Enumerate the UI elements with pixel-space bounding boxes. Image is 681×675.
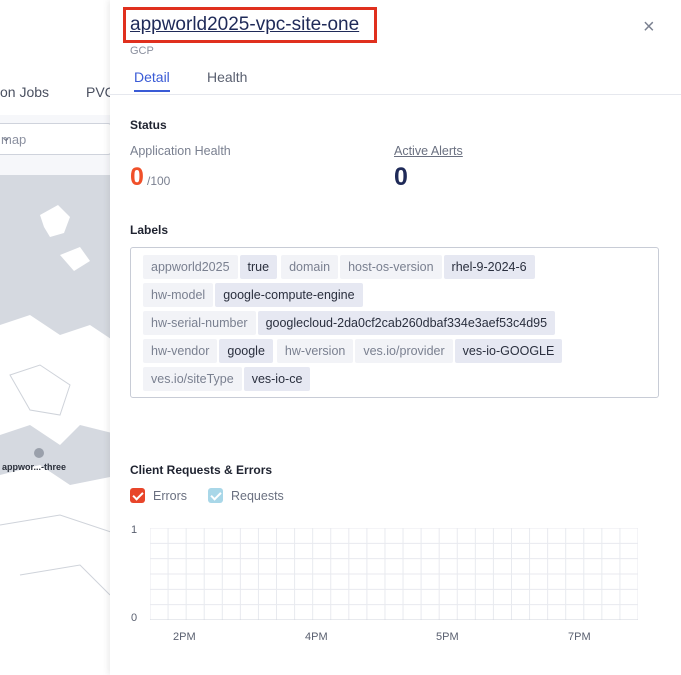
tabs-divider <box>110 94 681 95</box>
label-key: hw-version <box>276 339 354 363</box>
site-marker[interactable] <box>34 448 44 458</box>
legend-errors[interactable]: Errors <box>130 488 187 503</box>
label-key: ves.io/siteType <box>143 367 242 391</box>
client-requests-heading: Client Requests & Errors <box>130 463 273 477</box>
world-map[interactable]: appwor...-three <box>0 175 120 675</box>
label-key: hw-serial-number <box>143 311 256 335</box>
app-health-value: 0 <box>130 163 144 191</box>
labels-container: appworld2025 true domain host-os-version… <box>130 247 659 398</box>
label-value: google-compute-engine <box>215 283 363 307</box>
status-heading: Status <box>130 118 167 132</box>
view-select[interactable]: map ⌄ <box>0 123 112 155</box>
label-value: googlecloud-2da0cf2cab260dbaf334e3aef53c… <box>257 311 556 335</box>
site-marker-label: appwor...-three <box>2 462 67 472</box>
legend-requests[interactable]: Requests <box>208 488 284 503</box>
x-tick-label: 4PM <box>305 631 328 643</box>
tab-jobs[interactable]: on Jobs <box>0 84 49 100</box>
label-key: domain <box>281 255 339 279</box>
label-value: ves-io-GOOGLE <box>454 339 563 363</box>
site-detail-panel: appworld2025-vpc-site-one GCP × Detail H… <box>110 0 681 675</box>
labels-row: appworld2025 true domain host-os-version… <box>143 255 535 279</box>
tab-detail[interactable]: Detail <box>134 69 170 92</box>
x-tick-label: 2PM <box>173 631 196 643</box>
x-tick-label: 5PM <box>436 631 459 643</box>
map-shapes <box>0 205 120 675</box>
labels-row: hw-vendor google hw-version ves.io/provi… <box>143 339 563 363</box>
label-value: google <box>219 339 273 363</box>
labels-row: ves.io/siteType ves-io-ce <box>143 367 311 391</box>
close-icon[interactable]: × <box>643 16 655 39</box>
provider-subtitle: GCP <box>130 45 154 57</box>
label-key: hw-model <box>143 283 214 307</box>
x-tick-label: 7PM <box>568 631 591 643</box>
app-health-label: Application Health <box>130 144 231 158</box>
label-key: hw-vendor <box>143 339 218 363</box>
active-alerts-link[interactable]: Active Alerts <box>394 144 463 158</box>
label-value: true <box>239 255 278 279</box>
site-title-link[interactable]: appworld2025-vpc-site-one <box>130 14 359 36</box>
y-tick-label: 1 <box>131 524 138 536</box>
label-value: ves-io-ce <box>243 367 311 391</box>
requests-chart[interactable] <box>150 528 638 620</box>
chevron-down-icon: ⌄ <box>1 130 12 144</box>
labels-row: hw-serial-number googlecloud-2da0cf2cab2… <box>143 311 556 335</box>
label-value: rhel-9-2024-6 <box>443 255 535 279</box>
labels-row: hw-model google-compute-engine <box>143 283 363 307</box>
requests-checkbox[interactable] <box>208 488 223 503</box>
chart-grid <box>150 528 638 620</box>
label-key: appworld2025 <box>143 255 238 279</box>
requests-legend-label: Requests <box>231 488 284 503</box>
label-key: ves.io/provider <box>355 339 453 363</box>
errors-legend-label: Errors <box>153 488 188 503</box>
labels-heading: Labels <box>130 223 169 237</box>
app-health-max: /100 <box>147 174 171 188</box>
active-alerts-value: 0 <box>394 163 408 191</box>
errors-checkbox[interactable] <box>130 488 145 503</box>
label-key: host-os-version <box>340 255 442 279</box>
tab-health[interactable]: Health <box>207 69 247 90</box>
y-tick-label: 0 <box>131 612 138 624</box>
